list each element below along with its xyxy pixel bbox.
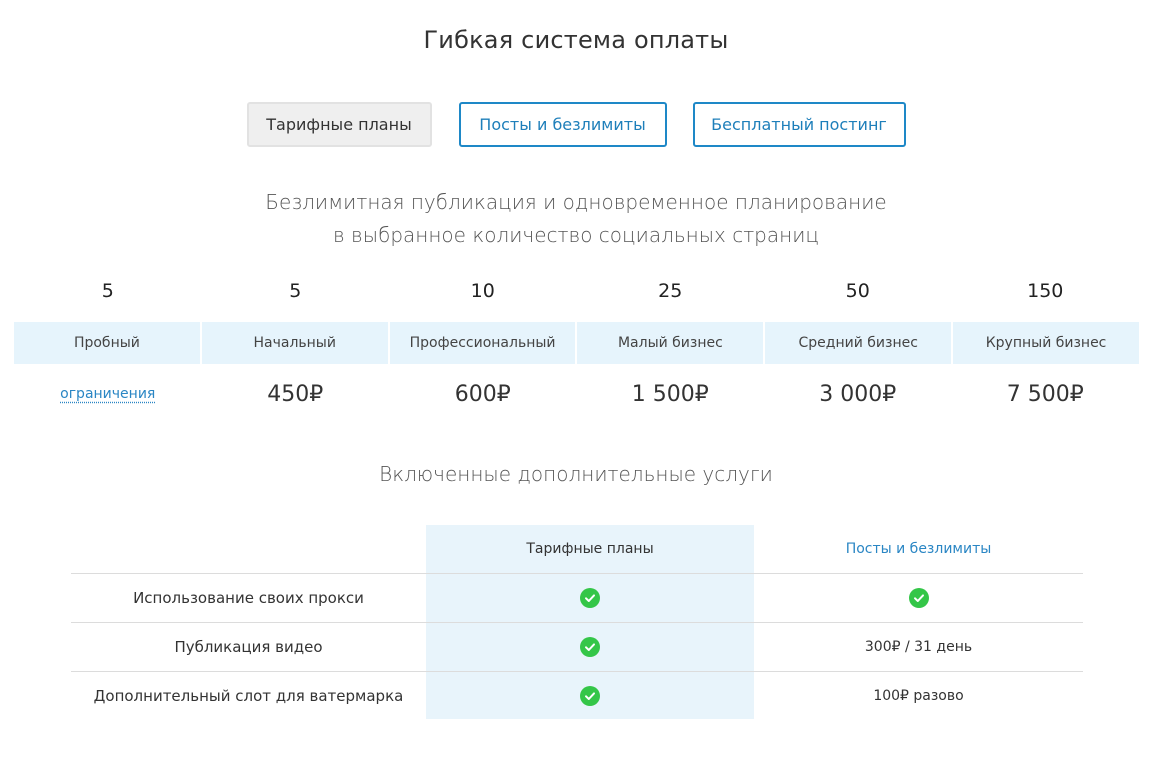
- plan-name: Профессиональный: [390, 322, 578, 364]
- service-label: Публикация видео: [174, 638, 323, 656]
- service-cell: [754, 588, 1083, 608]
- tab-tariff-plans[interactable]: Тарифные планы: [246, 102, 432, 147]
- check-icon: [908, 588, 929, 608]
- table-row: Использование своих прокси: [71, 573, 1083, 622]
- plan-count: 150: [1027, 280, 1064, 302]
- plan-name: Начальный: [202, 322, 390, 364]
- plan-name: Крупный бизнес: [985, 335, 1107, 351]
- plans-description-line-1: Безлимитная публикация и одновременное п…: [265, 190, 887, 214]
- services-header-posts: Посты и безлимиты: [845, 541, 992, 557]
- plans-prices-row: ограничения 450₽ 600₽ 1 500₽ 3 000₽ 7 50…: [14, 364, 1139, 424]
- services-table: Тарифные планы Посты и безлимиты Использ…: [71, 525, 1083, 720]
- plan-price: 7 500₽: [1006, 381, 1084, 407]
- table-row: Дополнительный слот для ватермарка 100₽ …: [71, 671, 1083, 720]
- plan-name: Малый бизнес: [577, 322, 766, 364]
- service-value: 300₽ / 31 день: [864, 639, 973, 655]
- services-title: Включенные дополнительные услуги: [379, 462, 773, 486]
- plans-table: 5 5 10 25 50 150 Пробный Начальный Профе…: [14, 280, 1139, 424]
- tab-posts-unlimited[interactable]: Посты и безлимиты: [458, 102, 667, 147]
- service-cell: [426, 686, 754, 706]
- trial-limits-cell: ограничения: [14, 364, 202, 424]
- plans-description: Безлимитная публикация и одновременное п…: [0, 186, 1152, 252]
- service-label: Дополнительный слот для ватермарка: [93, 687, 404, 705]
- tab-free-posting[interactable]: Бесплатный постинг: [692, 102, 906, 147]
- plan-name: Пробный: [14, 322, 202, 364]
- pricing-tabs: Тарифные планы Посты и безлимиты Бесплат…: [0, 102, 1152, 147]
- services-header-tariff: Тарифные планы: [526, 541, 654, 557]
- plans-names-row: Пробный Начальный Профессиональный Малый…: [14, 322, 1139, 364]
- plan-count: 5: [289, 280, 302, 302]
- service-cell: [426, 637, 754, 657]
- trial-limits-link[interactable]: ограничения: [60, 386, 155, 402]
- plan-count: 25: [658, 280, 683, 302]
- check-icon: [580, 637, 600, 657]
- page-title: Гибкая система оплаты: [423, 26, 729, 54]
- plan-name: Средний бизнес: [765, 322, 954, 364]
- service-value: 100₽ разово: [873, 688, 964, 704]
- check-icon: [580, 588, 600, 608]
- check-icon: [580, 686, 600, 706]
- table-row: Публикация видео 300₽ / 31 день: [71, 622, 1083, 671]
- plan-price: 450₽: [267, 381, 324, 407]
- plan-count: 5: [101, 280, 114, 302]
- plan-count: 10: [470, 280, 495, 302]
- plan-price: 600₽: [454, 381, 511, 407]
- service-cell: [426, 588, 754, 608]
- plan-price: 3 000₽: [819, 381, 897, 407]
- plan-price: 1 500₽: [631, 381, 709, 407]
- service-label: Использование своих прокси: [133, 589, 364, 607]
- services-header-row: Тарифные планы Посты и безлимиты: [71, 525, 1083, 573]
- plans-description-line-2: в выбранное количество социальных страни…: [332, 223, 819, 247]
- plan-count: 50: [845, 280, 870, 302]
- plans-page-counts: 5 5 10 25 50 150: [14, 280, 1139, 310]
